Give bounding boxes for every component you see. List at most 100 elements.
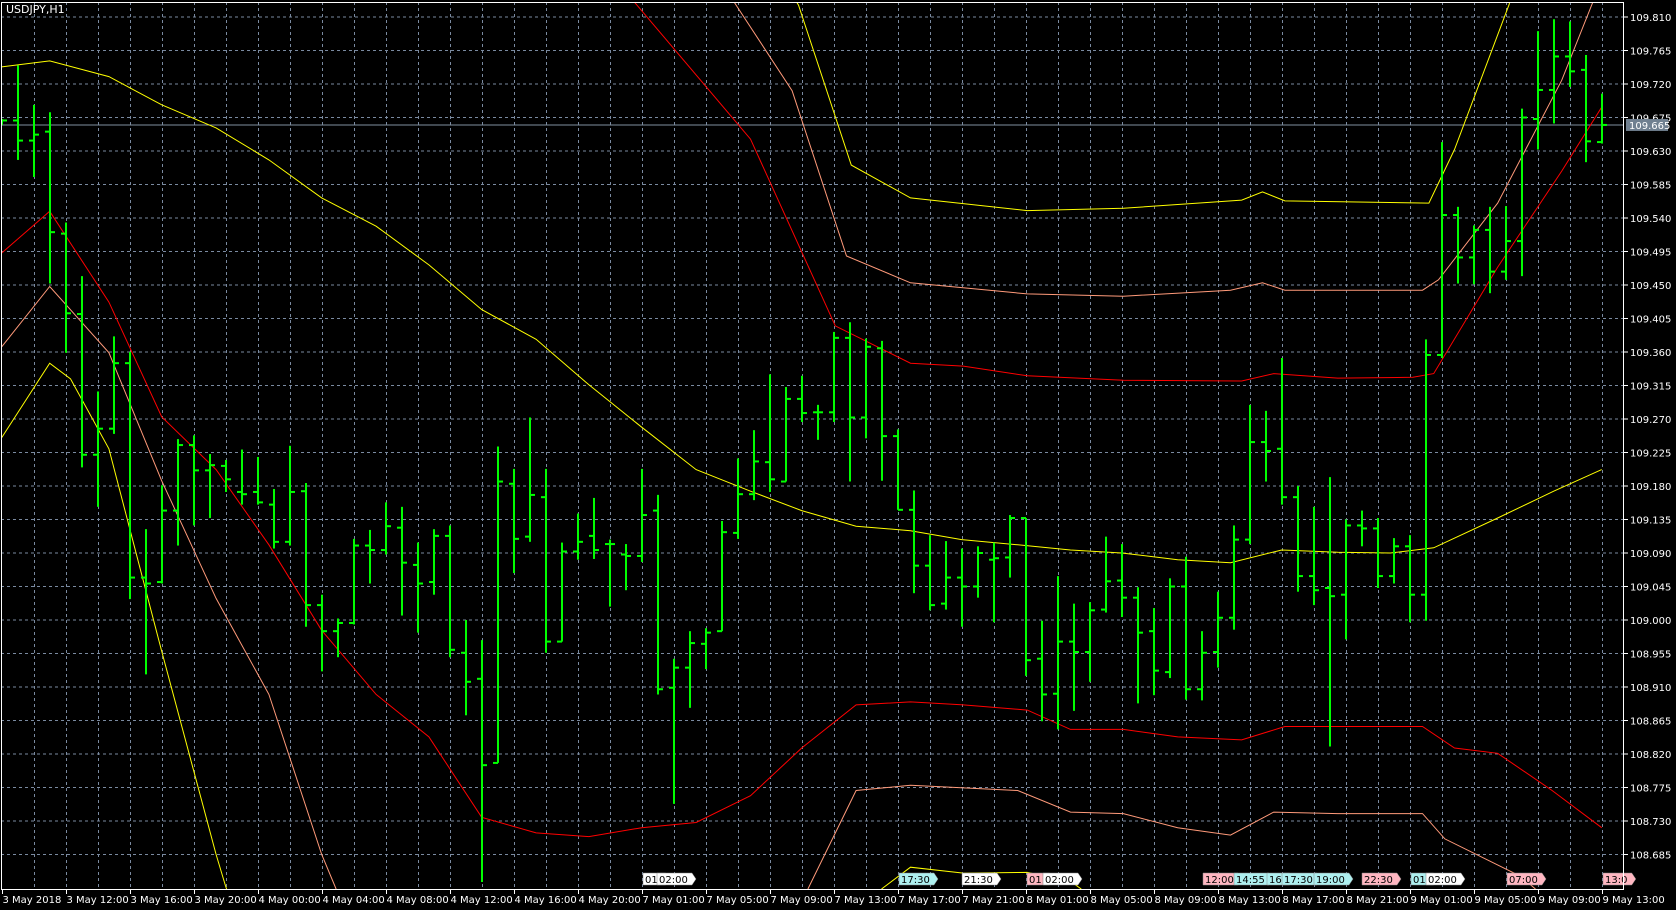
ohlc-bar[interactable] <box>845 322 855 482</box>
ohlc-bar[interactable] <box>477 640 487 883</box>
event-marker[interactable]: 21:30 <box>961 872 1002 886</box>
ohlc-bar[interactable] <box>125 352 135 600</box>
ohlc-bar[interactable] <box>269 488 279 549</box>
ohlc-bar[interactable] <box>461 620 471 716</box>
ohlc-bar[interactable] <box>29 104 39 178</box>
ohlc-bar[interactable] <box>1485 206 1495 294</box>
ohlc-bar[interactable] <box>941 541 951 610</box>
ohlc-bar[interactable] <box>1405 535 1415 623</box>
ohlc-bar[interactable] <box>525 417 535 542</box>
ohlc-bar[interactable] <box>1229 525 1239 630</box>
ohlc-bar[interactable] <box>413 542 423 633</box>
ohlc-bar[interactable] <box>1165 578 1175 679</box>
ohlc-bar[interactable] <box>93 391 103 507</box>
event-marker[interactable]: 02:00 <box>656 872 697 886</box>
ohlc-bar[interactable] <box>717 520 727 633</box>
event-marker[interactable]: 07:00 <box>1506 872 1547 886</box>
ohlc-bar[interactable] <box>493 446 503 764</box>
ohlc-bar[interactable] <box>621 544 631 591</box>
ohlc-bar[interactable] <box>1469 225 1479 285</box>
ohlc-bar[interactable] <box>317 594 327 672</box>
ohlc-bar[interactable] <box>381 502 391 555</box>
ohlc-bar[interactable] <box>1117 544 1127 618</box>
ohlc-bar[interactable] <box>797 375 807 422</box>
ohlc-bar[interactable] <box>1037 620 1047 722</box>
event-marker[interactable]: 02:00 <box>1042 872 1083 886</box>
ohlc-bar[interactable] <box>957 548 967 627</box>
event-marker[interactable]: 13:0 <box>1602 872 1637 886</box>
ohlc-bar[interactable] <box>925 535 935 611</box>
ohlc-bar[interactable] <box>637 468 647 562</box>
ohlc-bar[interactable] <box>1101 536 1111 613</box>
ohlc-bar[interactable] <box>765 374 775 492</box>
ohlc-bar[interactable] <box>1549 19 1559 124</box>
ohlc-bar[interactable] <box>1341 519 1351 640</box>
ohlc-bar[interactable] <box>397 506 407 616</box>
ohlc-bar[interactable] <box>1293 486 1303 592</box>
ohlc-bar[interactable] <box>1133 587 1143 704</box>
ohlc-bar[interactable] <box>1053 576 1063 730</box>
ohlc-bar[interactable] <box>557 542 567 643</box>
ohlc-bar[interactable] <box>1565 21 1575 87</box>
ohlc-bar[interactable] <box>253 456 263 505</box>
ohlc-bar[interactable] <box>1437 142 1447 358</box>
ohlc-bar[interactable] <box>237 449 247 505</box>
event-marker[interactable]: 19:00 <box>1313 872 1354 886</box>
ohlc-bar[interactable] <box>445 525 455 658</box>
ohlc-bar[interactable] <box>45 112 55 284</box>
ohlc-bar[interactable] <box>301 483 311 627</box>
ohlc-bar[interactable] <box>1005 515 1015 578</box>
ohlc-bar[interactable] <box>893 429 903 511</box>
ohlc-bar[interactable] <box>781 386 791 483</box>
ohlc-bar[interactable] <box>1021 517 1031 676</box>
ohlc-bar[interactable] <box>1309 506 1319 606</box>
ohlc-bar[interactable] <box>989 542 999 623</box>
ohlc-bar[interactable] <box>141 529 151 675</box>
ohlc-bar[interactable] <box>1277 357 1287 505</box>
ohlc-bar[interactable] <box>813 404 823 440</box>
ohlc-bar[interactable] <box>429 529 439 595</box>
event-marker[interactable]: 22:30 <box>1361 872 1402 886</box>
ohlc-bar[interactable] <box>1261 410 1271 482</box>
ohlc-bar[interactable] <box>1357 510 1367 547</box>
ohlc-bar[interactable] <box>1517 108 1527 277</box>
ohlc-bar[interactable] <box>1149 608 1159 696</box>
ohlc-bar[interactable] <box>365 529 375 584</box>
ohlc-bar[interactable] <box>77 276 87 468</box>
ohlc-bar[interactable] <box>861 338 871 439</box>
ohlc-bar[interactable] <box>189 435 199 526</box>
ohlc-bar[interactable] <box>973 546 983 598</box>
ohlc-bar[interactable] <box>829 331 839 422</box>
ohlc-bar[interactable] <box>653 494 663 695</box>
ohlc-bar[interactable] <box>573 513 583 560</box>
ohlc-bar[interactable] <box>1197 631 1207 701</box>
ohlc-bar[interactable] <box>157 485 167 584</box>
event-marker[interactable]: 02:00 <box>1425 872 1466 886</box>
ohlc-bar[interactable] <box>701 628 711 670</box>
ohlc-bar[interactable] <box>909 490 919 594</box>
ohlc-bar[interactable] <box>589 497 599 559</box>
ohlc-bar[interactable] <box>1581 54 1591 163</box>
ohlc-bar[interactable] <box>1501 206 1511 280</box>
ohlc-bar[interactable] <box>733 458 743 539</box>
ohlc-bar[interactable] <box>749 430 759 501</box>
ohlc-bar[interactable] <box>1181 556 1191 700</box>
ohlc-bar[interactable] <box>1597 93 1607 144</box>
event-marker[interactable]: 17:30 <box>898 872 939 886</box>
ohlc-bar[interactable] <box>285 445 295 546</box>
ohlc-bar[interactable] <box>1421 339 1431 621</box>
ohlc-bar[interactable] <box>1325 477 1335 747</box>
ohlc-bar[interactable] <box>13 65 23 160</box>
ohlc-bar[interactable] <box>877 340 887 481</box>
ohlc-bar[interactable] <box>349 538 359 625</box>
ohlc-bar[interactable] <box>541 468 551 653</box>
ohlc-bar[interactable] <box>1389 538 1399 584</box>
ohlc-bar[interactable] <box>669 658 679 804</box>
ohlc-bar[interactable] <box>1085 602 1095 682</box>
ohlc-bar[interactable] <box>333 618 343 658</box>
ohlc-bar[interactable] <box>509 468 519 574</box>
ohlc-bar[interactable] <box>221 459 231 492</box>
ohlc-bar[interactable] <box>1245 404 1255 545</box>
ohlc-bar[interactable] <box>685 631 695 708</box>
ohlc-bar[interactable] <box>1213 591 1223 668</box>
